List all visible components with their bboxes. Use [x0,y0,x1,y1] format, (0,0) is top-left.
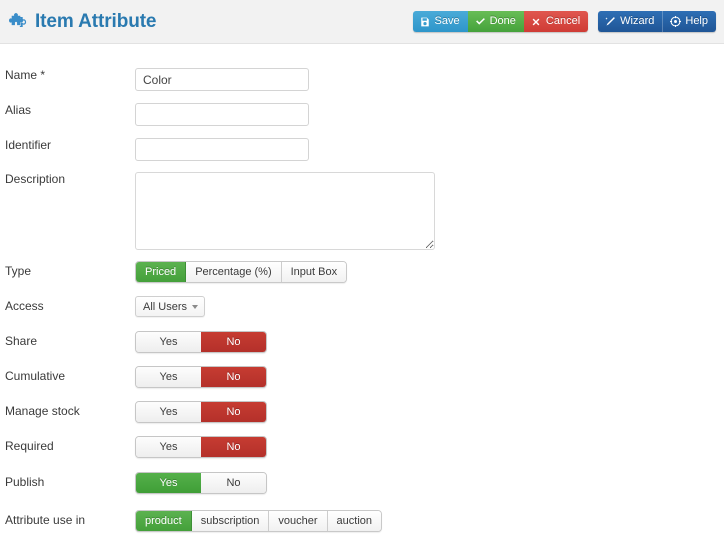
required-label: Required [5,439,54,453]
wizard-button[interactable]: Wizard [598,11,663,32]
attribute-use-in-label: Attribute use in [5,513,86,527]
required-field-wrap: Yes No [135,436,724,458]
form-row-name: Name * [0,68,724,91]
help-button[interactable]: Help [662,11,716,32]
alias-field-wrap [135,103,724,126]
form-row-attribute-use-in: Attribute use in product subscription vo… [0,510,724,532]
page-header-left: Item Attribute [9,11,157,32]
name-input[interactable] [135,68,309,91]
cumulative-toggle: Yes No [135,366,267,388]
attribute-use-option-voucher[interactable]: voucher [269,511,328,531]
cancel-button-label: Cancel [545,15,581,27]
attribute-use-in-button-group: product subscription voucher auction [135,510,383,532]
cumulative-label: Cumulative [5,369,66,383]
done-button-label: Done [489,15,516,27]
toolbar: Save Done Cancel Wizard Help [412,11,716,32]
type-button-group: Priced Percentage (%) Input Box [135,261,348,283]
check-icon [475,16,486,27]
form-row-manage-stock: Manage stock Yes No [0,401,724,423]
form-row-required: Required Yes No [0,436,724,458]
description-textarea[interactable] [135,172,435,250]
manage-stock-toggle: Yes No [135,401,267,423]
page-header: Item Attribute Save Done Cancel Wizard H… [0,0,724,44]
form-row-publish: Publish Yes No [0,472,724,494]
save-button[interactable]: Save [412,11,468,32]
toolbar-secondary-group: Wizard Help [598,11,716,32]
cumulative-field-wrap: Yes No [135,366,724,388]
floppy-disk-icon [420,16,431,27]
type-field-wrap: Priced Percentage (%) Input Box [135,261,724,283]
manage-stock-label: Manage stock [5,404,80,418]
cumulative-toggle-yes[interactable]: Yes [136,367,201,387]
type-label: Type [5,264,32,278]
form-row-type: Type Priced Percentage (%) Input Box [0,261,724,283]
form-row-identifier: Identifier [0,138,724,161]
help-compass-icon [670,16,682,27]
type-option-percentage[interactable]: Percentage (%) [186,262,282,282]
attribute-use-option-subscription[interactable]: subscription [191,511,270,531]
alias-input[interactable] [135,103,309,126]
required-toggle: Yes No [135,436,267,458]
cumulative-toggle-no[interactable]: No [201,367,266,387]
share-field-wrap: Yes No [135,331,724,353]
attribute-use-option-product[interactable]: product [136,511,192,531]
manage-stock-toggle-no[interactable]: No [201,402,266,422]
share-toggle: Yes No [135,331,267,353]
form-row-access: Access All Users [0,296,724,317]
cross-icon [531,16,542,27]
publish-field-wrap: Yes No [135,472,724,494]
identifier-input[interactable] [135,138,309,161]
access-label: Access [5,299,44,313]
share-toggle-yes[interactable]: Yes [136,332,201,352]
publish-toggle: Yes No [135,472,267,494]
access-select-value: All Users [143,300,188,313]
toolbar-primary-group: Save Done Cancel [412,11,589,32]
access-field-wrap: All Users [135,296,724,317]
form-row-share: Share Yes No [0,331,724,353]
form-row-cumulative: Cumulative Yes No [0,366,724,388]
share-label: Share [5,334,38,348]
form-row-description: Description [0,172,724,250]
help-button-label: Help [685,15,708,27]
identifier-label: Identifier [5,138,52,152]
type-option-input-box[interactable]: Input Box [281,262,347,282]
description-label: Description [5,172,66,186]
publish-toggle-no[interactable]: No [201,473,266,493]
form-row-alias: Alias [0,103,724,126]
identifier-field-wrap [135,138,724,161]
type-option-priced[interactable]: Priced [136,262,187,282]
required-toggle-no[interactable]: No [201,437,266,457]
puzzle-piece-icon [9,12,28,31]
magic-wand-icon [605,16,616,27]
attribute-use-option-auction[interactable]: auction [327,511,382,531]
save-button-label: Save [434,15,460,27]
manage-stock-field-wrap: Yes No [135,401,724,423]
access-select[interactable]: All Users [135,296,205,317]
required-toggle-yes[interactable]: Yes [136,437,201,457]
manage-stock-toggle-yes[interactable]: Yes [136,402,201,422]
description-field-wrap [135,172,724,250]
publish-label: Publish [5,475,45,489]
publish-toggle-yes[interactable]: Yes [136,473,201,493]
attribute-use-in-field-wrap: product subscription voucher auction [135,510,724,532]
alias-label: Alias [5,103,32,117]
name-label: Name * [5,68,46,82]
wizard-button-label: Wizard [620,15,655,27]
cancel-button[interactable]: Cancel [523,11,589,32]
done-button[interactable]: Done [467,11,524,32]
share-toggle-no[interactable]: No [201,332,266,352]
name-field-wrap [135,68,724,91]
page-title: Item Attribute [35,11,157,32]
chevron-down-icon [192,304,198,309]
